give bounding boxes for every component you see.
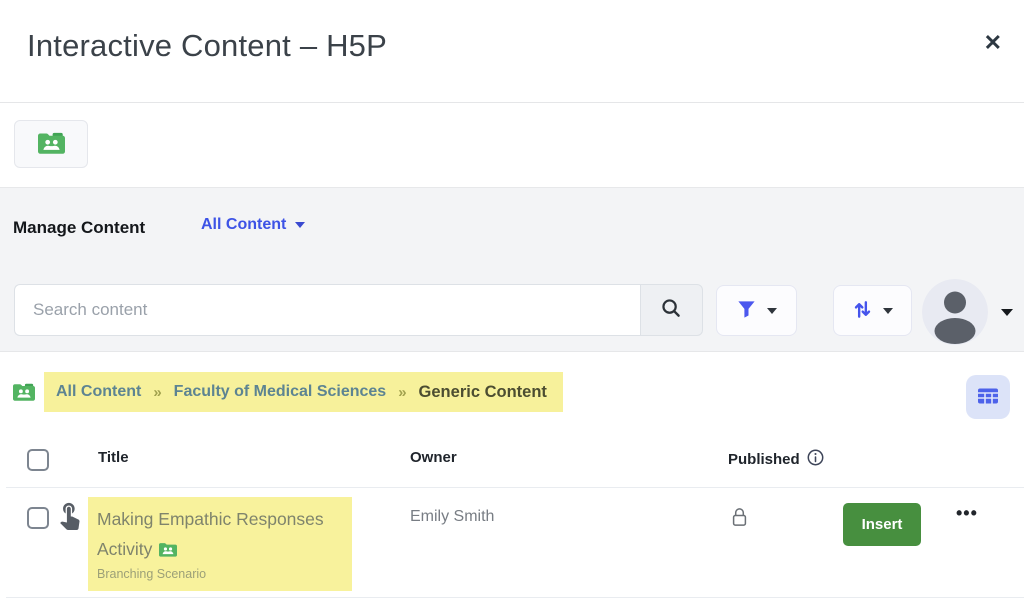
manage-content-label: Manage Content (13, 218, 145, 238)
filters-panel: Manage Content All Content (0, 187, 1024, 352)
divider (6, 487, 1024, 488)
close-icon: ✕ (984, 30, 1002, 55)
ellipsis-icon: ••• (956, 503, 978, 523)
insert-button[interactable]: Insert (843, 503, 921, 546)
sort-arrows-icon (852, 299, 873, 323)
content-title-block: Making Empathic Responses Activity Branc… (88, 497, 352, 591)
select-all-checkbox[interactable] (27, 449, 49, 471)
content-scope-value: All Content (201, 216, 286, 234)
breadcrumb-separator: » (398, 384, 406, 401)
shared-folder-button[interactable] (14, 120, 88, 168)
divider (6, 597, 1024, 598)
filter-button[interactable] (716, 285, 797, 336)
table-view-button[interactable] (966, 375, 1010, 419)
close-button[interactable]: ✕ (984, 32, 1002, 54)
interactive-content-icon (54, 499, 85, 535)
chevron-down-icon (883, 308, 893, 314)
sort-button[interactable] (833, 285, 912, 336)
column-header-title: Title (98, 449, 129, 466)
column-header-owner: Owner (410, 449, 457, 466)
table-grid-icon (977, 387, 999, 408)
breadcrumb: All Content » Faculty of Medical Science… (44, 372, 563, 412)
breadcrumb-separator: » (153, 384, 161, 401)
search-icon (660, 297, 683, 323)
select-row-checkbox[interactable] (27, 507, 49, 529)
search-input[interactable] (14, 284, 640, 336)
avatar (922, 279, 988, 345)
folder-users-icon (13, 383, 35, 406)
search-button[interactable] (640, 284, 703, 336)
chevron-down-icon (295, 222, 305, 228)
breadcrumb-item-faculty[interactable]: Faculty of Medical Sciences (174, 383, 387, 401)
dialog-header: Interactive Content – H5P ✕ (0, 0, 1024, 103)
dialog-title: Interactive Content – H5P (27, 28, 387, 64)
info-icon[interactable] (807, 449, 824, 470)
toolbar (0, 104, 1024, 187)
chevron-down-icon (1001, 309, 1013, 316)
filter-funnel-icon (736, 299, 757, 323)
more-options-button[interactable]: ••• (956, 503, 978, 524)
folder-users-icon (159, 542, 177, 562)
user-menu-button[interactable] (922, 279, 1014, 345)
folder-users-icon (38, 132, 65, 157)
owner-name: Emily Smith (410, 508, 494, 526)
search-group (14, 284, 703, 336)
chevron-down-icon (767, 308, 777, 314)
lock-icon (731, 506, 748, 533)
content-type-label: Branching Scenario (97, 567, 340, 581)
breadcrumb-item-all-content[interactable]: All Content (56, 383, 141, 401)
content-scope-dropdown[interactable]: All Content (201, 216, 305, 234)
h5p-content-picker-dialog: Interactive Content – H5P ✕ Manage Conte… (0, 0, 1024, 600)
content-title-link[interactable]: Making Empathic Responses Activity (97, 509, 324, 559)
column-header-published: Published (728, 449, 824, 470)
breadcrumb-item-current: Generic Content (419, 383, 547, 402)
